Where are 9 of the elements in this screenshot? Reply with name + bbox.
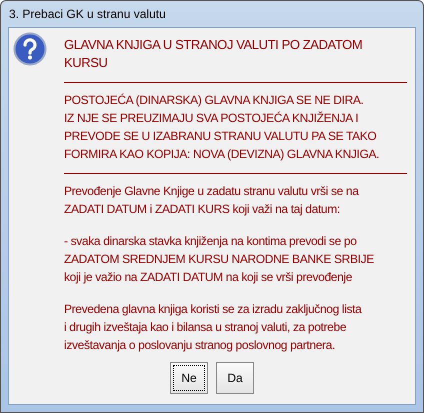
message-paragraph: - svaka dinarska stavka knjiženja na kontima prevodi se po ZADATOM SREDNJEM KURSU NARODNE BANKE SRBIJE koji je važio na ZADATI DATUM na koji se vrši prevođenje (64, 233, 375, 286)
dialog-button[interactable]: Da (216, 362, 254, 394)
dialog-button[interactable]: Ne (170, 362, 208, 394)
window-title: 3. Prebaci GK u stranu valutu (8, 7, 166, 21)
message-paragraph: POSTOJEĆA (DINARSKA) GLAVNA KNJIGA SE NE DIRA. IZ NJE SE PREUZIMAJU SVA POSTOJEĆA KNJIŽENJA I PREVODE SE U IZABRANU STRANU VALUTU PA SE TAKO FORMIRA KAO KOPIJA: NOVA (DEVIZNA) GLAVNA KNJIGA. (64, 92, 380, 163)
heading-text: GLAVNA KNJIGA U STRANOJ VALUTI PO ZADATOM KURSU (64, 36, 364, 72)
question-icon (13, 32, 47, 66)
message-paragraph: Prevođenje Glavne Knjige u zadatu stranu valutu vrši se na ZADATI DATUM i ZADATI KURS koji važi na taj datum: (64, 183, 360, 218)
message-paragraph: Prevedena glavna knjiga koristi se za izradu zaključnog lista i drugih izveštaja kao i bilansa u stranoj valuti, za potrebe izveštavanja o poslovanju stranog poslovnog partnera. (64, 301, 363, 354)
